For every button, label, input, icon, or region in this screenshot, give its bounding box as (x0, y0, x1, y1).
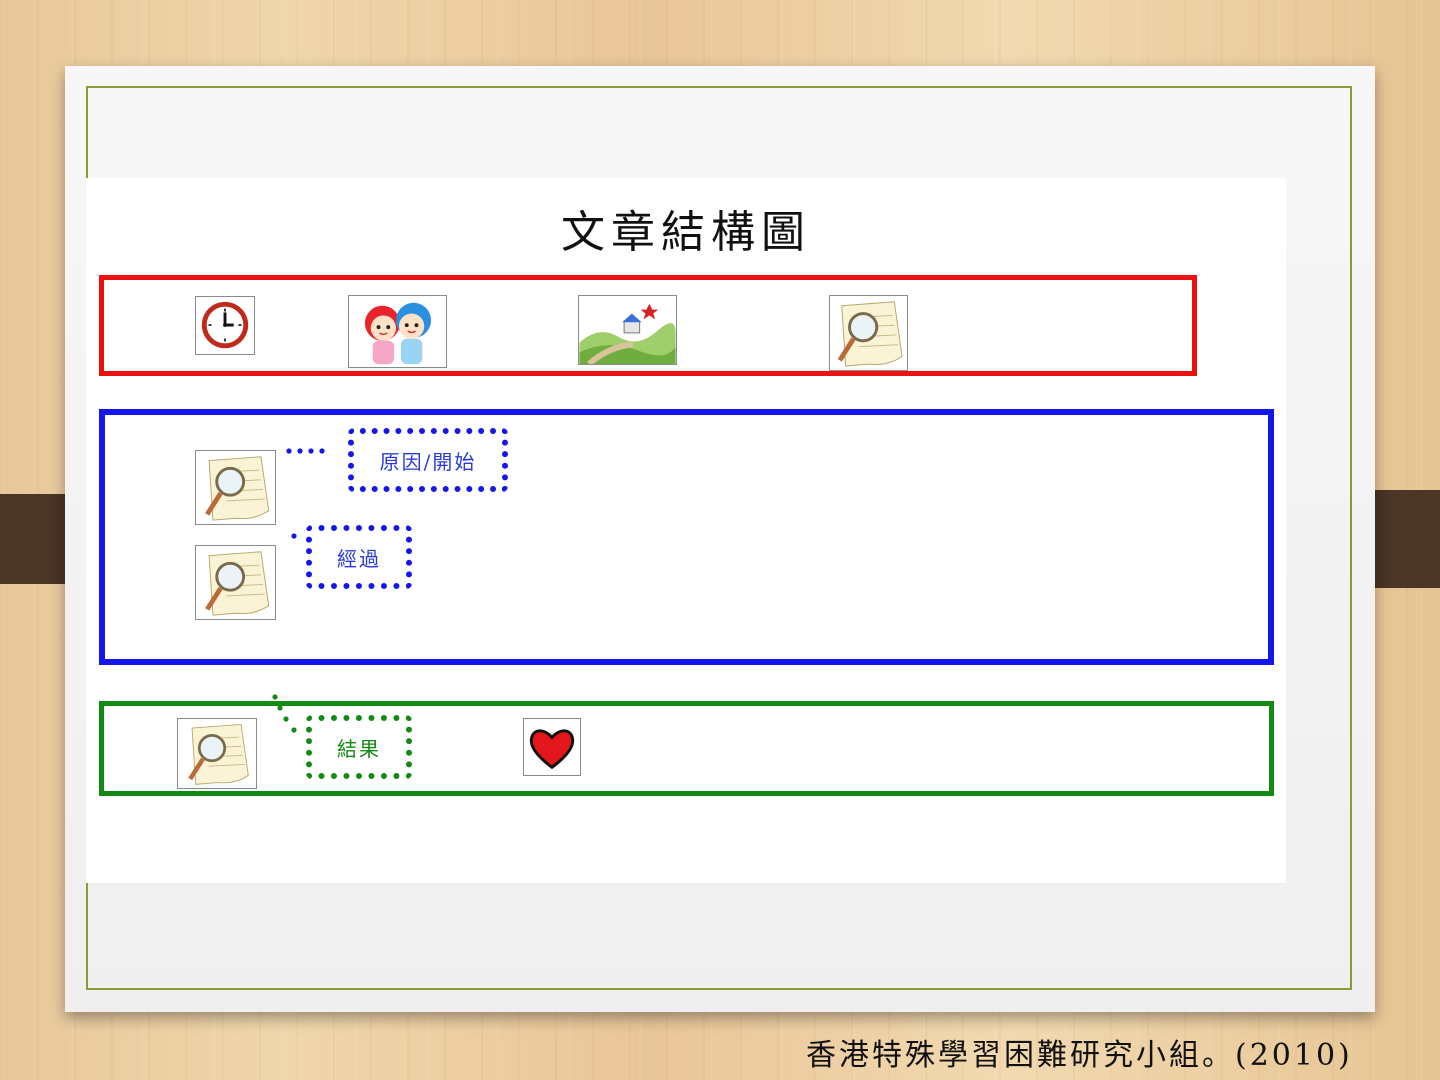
magnifier-paper-icon (195, 450, 276, 525)
diagram-slide: 文章結構圖 原因/開始 經過 結果 (86, 178, 1286, 883)
children-icon (348, 295, 447, 368)
connector-dots (272, 694, 297, 733)
diagram-title: 文章結構圖 (561, 207, 811, 258)
body-box (99, 409, 1274, 665)
magnifier-paper-icon (829, 295, 908, 371)
clock-icon (195, 296, 255, 355)
magnifier-paper-icon (177, 718, 257, 789)
citation: 香港特殊學習困難研究小組。(2010) (806, 1038, 1353, 1073)
connector-dots (286, 448, 325, 454)
result-label: 結果 (306, 715, 412, 779)
heart-icon (523, 718, 581, 776)
connector-dots (291, 533, 297, 539)
landscape-icon (578, 295, 677, 365)
process-label: 經過 (306, 525, 412, 589)
magnifier-paper-icon (195, 545, 276, 620)
cause-start-label: 原因/開始 (348, 428, 508, 492)
